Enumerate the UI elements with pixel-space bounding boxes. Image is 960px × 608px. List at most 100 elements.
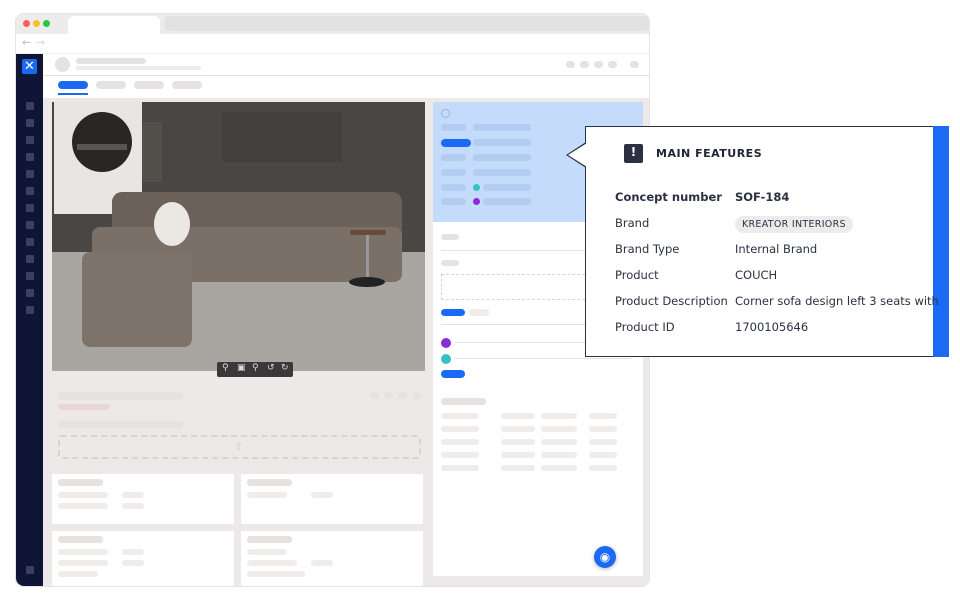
caption-placeholder xyxy=(58,392,183,400)
card-label-placeholder xyxy=(441,198,466,205)
image-action[interactable] xyxy=(384,392,393,399)
sidebar-item[interactable] xyxy=(26,238,34,246)
table-cell xyxy=(589,426,617,432)
table-cell xyxy=(501,439,535,445)
rotate-left-icon[interactable]: ↺ xyxy=(267,363,275,373)
table-cell xyxy=(501,426,535,432)
tab-active[interactable] xyxy=(58,81,88,89)
product-id-label: Product ID xyxy=(615,320,675,334)
card-value-placeholder xyxy=(311,492,333,498)
sidebar-item[interactable] xyxy=(26,289,34,297)
upload-dropzone[interactable]: ⇧ xyxy=(58,435,421,459)
card-value-placeholder xyxy=(311,560,333,566)
upload-label-placeholder xyxy=(58,421,183,428)
header-action[interactable] xyxy=(566,61,575,68)
sidebar-item[interactable] xyxy=(26,255,34,263)
table-cell xyxy=(541,465,577,471)
sidebar-item[interactable] xyxy=(26,170,34,178)
sidebar-item[interactable] xyxy=(26,306,34,314)
sidebar-item[interactable] xyxy=(26,119,34,127)
brand-label: Brand xyxy=(615,216,650,230)
header-action[interactable] xyxy=(580,61,589,68)
sidebar-item[interactable] xyxy=(26,102,34,110)
table-cell xyxy=(589,413,617,419)
zoom-in-icon[interactable]: ⚲ xyxy=(222,363,229,373)
sidebar-item[interactable] xyxy=(26,153,34,161)
sidebar-item[interactable] xyxy=(26,187,34,195)
rotate-right-icon[interactable]: ↻ xyxy=(281,363,289,373)
card-line-placeholder xyxy=(58,503,108,509)
header-action[interactable] xyxy=(608,61,617,68)
x-logo-icon[interactable]: ✕ xyxy=(22,59,37,74)
card-title-placeholder xyxy=(247,536,292,543)
browser-nav-row: ← → xyxy=(16,34,649,54)
product-label: Product xyxy=(615,268,659,282)
card-line-placeholder xyxy=(58,571,98,577)
sidebar-item[interactable] xyxy=(26,272,34,280)
tab-bar xyxy=(43,76,649,98)
upload-icon: ⇧ xyxy=(234,440,244,453)
purple-user-icon xyxy=(441,338,451,348)
sidebar-item[interactable] xyxy=(26,204,34,212)
card-line-placeholder xyxy=(58,549,108,555)
brand-chip[interactable]: KREATOR INTERIORS xyxy=(735,216,853,233)
image-action[interactable] xyxy=(398,392,407,399)
brand-type-label: Brand Type xyxy=(615,242,680,256)
concept-number-value: SOF-184 xyxy=(735,190,790,204)
card-value-placeholder xyxy=(122,503,144,509)
browser-titlebar xyxy=(16,14,649,34)
table-cell xyxy=(441,439,479,445)
product-value: COUCH xyxy=(735,268,778,282)
table-cell xyxy=(541,439,577,445)
table-cell xyxy=(541,413,577,419)
sidebar-item[interactable] xyxy=(26,136,34,144)
table-cell xyxy=(589,439,617,445)
arrow-right-icon[interactable]: → xyxy=(36,36,45,49)
tab[interactable] xyxy=(96,81,126,89)
fit-screen-icon[interactable]: ▣ xyxy=(237,363,246,373)
card-line-placeholder xyxy=(58,492,108,498)
minimize-window-button[interactable] xyxy=(33,20,40,27)
main-features-popup: ! MAIN FEATURES Concept number SOF-184 B… xyxy=(566,126,949,357)
table-cell xyxy=(441,452,479,458)
sidebar-item[interactable] xyxy=(26,221,34,229)
card-label-placeholder xyxy=(441,184,466,191)
image-action[interactable] xyxy=(370,392,379,399)
header-action[interactable] xyxy=(594,61,603,68)
arrow-left-icon[interactable]: ← xyxy=(22,36,31,49)
app-body: ⚲ ▣ ⚲ ↺ ↻ ⇧ xyxy=(43,54,649,586)
product-image[interactable] xyxy=(52,102,425,371)
card-value-placeholder xyxy=(122,560,144,566)
zoom-window-button[interactable] xyxy=(43,20,50,27)
image-action[interactable] xyxy=(412,392,421,399)
address-bar[interactable] xyxy=(164,16,649,31)
card-value-placeholder xyxy=(122,492,144,498)
table-cell xyxy=(441,426,479,432)
card-title-placeholder xyxy=(58,479,103,486)
teal-user-icon xyxy=(473,184,480,191)
concept-number-label: Concept number xyxy=(615,190,722,204)
tab-active-indicator xyxy=(58,93,88,95)
header-action[interactable] xyxy=(630,61,639,68)
sidebar-settings-item[interactable] xyxy=(26,566,34,574)
panel-pill[interactable] xyxy=(441,370,465,378)
table-cell xyxy=(541,452,577,458)
avatar[interactable] xyxy=(55,57,70,72)
info-card xyxy=(241,474,423,524)
product-description-label: Product Description xyxy=(615,294,728,308)
zoom-out-icon[interactable]: ⚲ xyxy=(252,363,259,373)
card-value-placeholder xyxy=(483,198,531,205)
help-circle-icon[interactable]: ◉ xyxy=(594,546,616,568)
popup-pointer-inner xyxy=(568,143,587,167)
panel-pill[interactable] xyxy=(441,309,465,316)
close-window-button[interactable] xyxy=(23,20,30,27)
tab[interactable] xyxy=(134,81,164,89)
card-label-placeholder xyxy=(441,169,466,176)
info-card xyxy=(52,531,234,586)
browser-tab[interactable] xyxy=(68,16,160,34)
tab[interactable] xyxy=(172,81,202,89)
image-zoom-toolbar: ⚲ ▣ ⚲ ↺ ↻ xyxy=(217,362,293,377)
card-highlight-pill[interactable] xyxy=(441,139,471,147)
product-id-value: 1700105646 xyxy=(735,320,809,334)
table-cell xyxy=(441,413,479,419)
